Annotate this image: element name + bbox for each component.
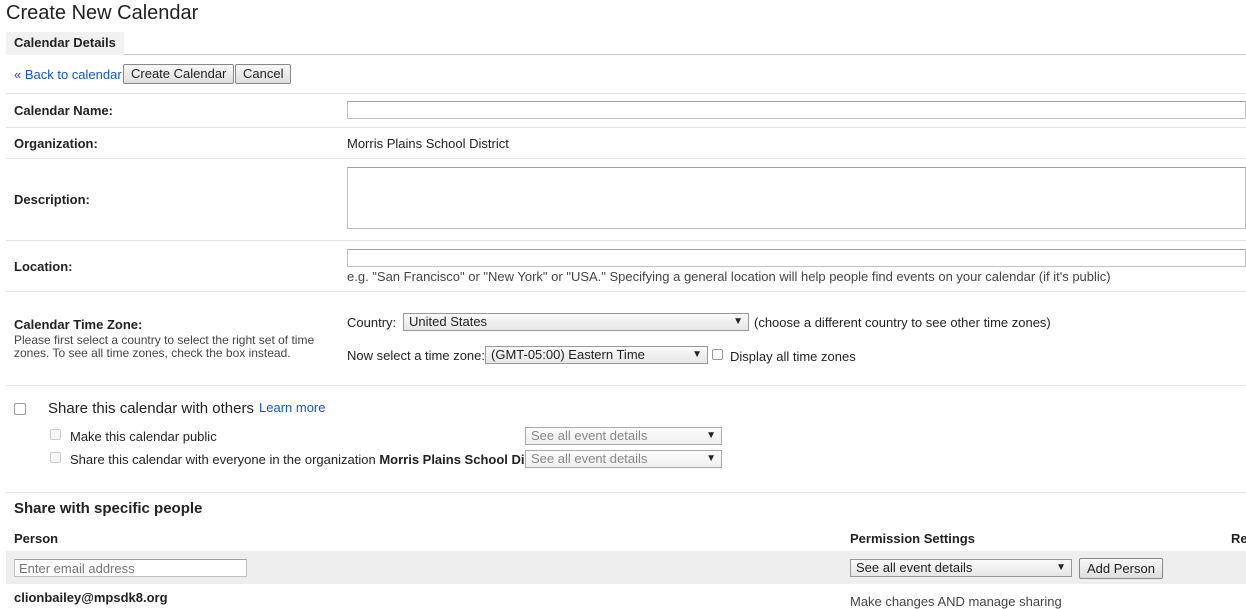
share-org-checkbox[interactable]: [50, 452, 61, 463]
create-calendar-button[interactable]: Create Calendar: [123, 64, 235, 84]
description-textarea[interactable]: [347, 167, 1246, 229]
dropdown-arrow-icon: ▼: [733, 316, 743, 327]
page-title: Create New Calendar: [6, 2, 199, 24]
display-all-timezones-label: Display all time zones: [730, 349, 856, 364]
add-person-button[interactable]: Add Person: [1079, 558, 1163, 579]
divider: [6, 291, 1246, 292]
divider: [6, 385, 1246, 386]
location-hint: e.g. "San Francisco" or "New York" or "U…: [347, 269, 1111, 284]
timezone-help-line2: zones. To see all time zones, check the …: [14, 346, 291, 360]
dropdown-arrow-icon: ▼: [1056, 562, 1066, 573]
timezone-select-label: Now select a time zone:: [347, 348, 486, 363]
timezone-label: Calendar Time Zone:: [14, 317, 143, 332]
back-to-calendar-link[interactable]: « Back to calendar: [14, 67, 122, 82]
description-label: Description:: [14, 192, 90, 207]
organization-value: Morris Plains School District: [347, 136, 509, 151]
share-org-label: Share this calendar with everyone in the…: [70, 452, 556, 467]
location-input[interactable]: [347, 249, 1246, 267]
country-select-value: United States: [409, 314, 488, 329]
org-permission-select[interactable]: See all event details ▼: [525, 450, 722, 468]
country-label: Country:: [347, 315, 397, 330]
email-address-input[interactable]: [14, 559, 247, 577]
org-permission-value: See all event details: [531, 451, 648, 466]
make-public-label: Make this calendar public: [70, 429, 217, 444]
display-all-timezones-checkbox[interactable]: [712, 349, 723, 360]
location-label: Location:: [14, 259, 73, 274]
make-public-checkbox[interactable]: [50, 429, 61, 440]
organization-label: Organization:: [14, 136, 98, 151]
dropdown-arrow-icon: ▼: [706, 453, 716, 464]
column-header-person: Person: [14, 531, 59, 546]
divider: [6, 93, 1246, 94]
share-org-label-text: Share this calendar with everyone in the…: [70, 452, 376, 467]
divider: [6, 158, 1246, 159]
dropdown-arrow-icon: ▼: [706, 430, 716, 441]
tab-bar: Calendar Details: [6, 32, 1246, 55]
divider: [6, 240, 1246, 241]
column-header-remove: Re: [1231, 531, 1246, 546]
public-permission-value: See all event details: [531, 428, 648, 443]
timezone-select[interactable]: (GMT-05:00) Eastern Time ▼: [485, 346, 708, 364]
cancel-button[interactable]: Cancel: [235, 64, 292, 84]
person-permission-select[interactable]: See all event details ▼: [850, 559, 1072, 577]
tab-calendar-details[interactable]: Calendar Details: [6, 32, 124, 55]
dropdown-arrow-icon: ▼: [692, 349, 702, 360]
public-permission-select[interactable]: See all event details ▼: [525, 427, 722, 445]
share-calendar-label: Share this calendar with others: [48, 400, 254, 417]
share-specific-heading: Share with specific people: [14, 500, 203, 517]
calendar-name-input[interactable]: [347, 101, 1246, 119]
divider: [6, 127, 1246, 128]
calendar-name-label: Calendar Name:: [14, 103, 113, 118]
person-permission-value: See all event details: [856, 560, 973, 575]
divider: [6, 492, 1246, 493]
share-calendar-checkbox[interactable]: [14, 403, 26, 415]
shared-person-email: clionbailey@mpsdk8.org: [14, 590, 168, 605]
learn-more-link[interactable]: Learn more: [259, 400, 325, 415]
country-select[interactable]: United States ▼: [403, 313, 749, 331]
timezone-select-value: (GMT-05:00) Eastern Time: [491, 347, 645, 362]
shared-person-permission: Make changes AND manage sharing: [850, 594, 1062, 609]
column-header-permission: Permission Settings: [850, 531, 975, 546]
country-hint: (choose a different country to see other…: [754, 315, 1051, 330]
